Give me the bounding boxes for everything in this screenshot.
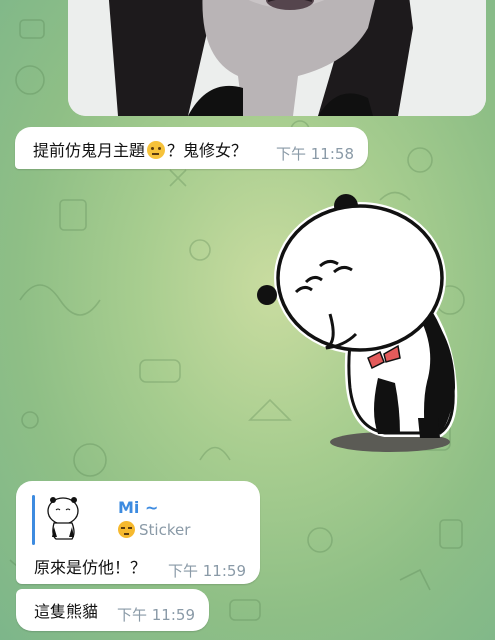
sticker-thumbnail — [47, 497, 79, 540]
reply-accent-bar — [32, 495, 35, 545]
message-time: 下午 11:59 — [168, 562, 246, 580]
message-bubble[interactable]: 提前仿鬼月主題 ？鬼修女？ 下午 11:58 — [15, 127, 368, 169]
message-text: 提前仿鬼月主題 ？鬼修女？ — [33, 141, 248, 160]
message-bubble-reply[interactable]: Mi ~ Sticker 原來是仿他！？ 下午 11:59 — [16, 481, 260, 584]
message-time: 下午 11:58 — [276, 145, 354, 163]
reply-preview[interactable]: Mi ~ Sticker — [32, 495, 242, 545]
reply-kind: Sticker — [118, 521, 190, 539]
pensive-face-icon — [118, 521, 135, 538]
message-text: 原來是仿他！？ — [34, 558, 147, 577]
photo-image — [68, 0, 486, 116]
reply-sender-name: Mi ~ — [118, 498, 159, 517]
photo-message[interactable] — [68, 0, 486, 116]
thinking-face-icon — [147, 141, 166, 159]
message-time: 下午 11:59 — [117, 606, 195, 624]
message-text: 這隻熊貓 — [34, 602, 99, 621]
panda-sticker[interactable] — [250, 188, 490, 473]
message-bubble[interactable]: 這隻熊貓 下午 11:59 — [16, 589, 209, 631]
